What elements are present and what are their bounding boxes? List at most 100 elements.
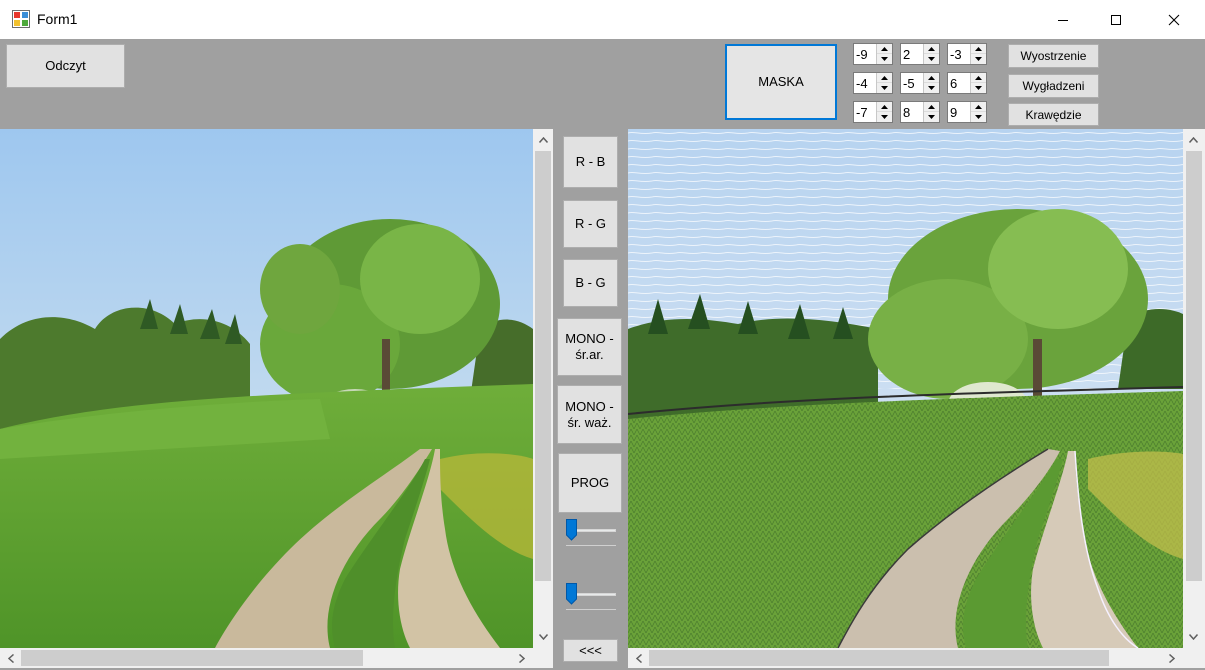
spin-down-arrow[interactable] bbox=[971, 54, 986, 64]
spin-up-arrow[interactable] bbox=[924, 102, 939, 112]
caret-up-icon bbox=[928, 104, 935, 109]
caret-up-icon bbox=[928, 46, 935, 51]
bg-swap-button[interactable]: B - G bbox=[563, 259, 618, 307]
scroll-up-button[interactable] bbox=[535, 131, 552, 148]
spin-down-arrow[interactable] bbox=[924, 54, 939, 64]
spin-up-arrow[interactable] bbox=[971, 73, 986, 83]
caret-up-icon bbox=[881, 46, 888, 51]
caret-up-icon bbox=[975, 75, 982, 80]
scrollbar-corner bbox=[533, 648, 553, 668]
spin-down-arrow[interactable] bbox=[877, 54, 892, 64]
caret-down-icon bbox=[975, 57, 982, 61]
mask-spinner-r2c3[interactable]: 6 bbox=[947, 72, 987, 94]
mask-button[interactable]: MASKA bbox=[725, 44, 837, 120]
spin-down-arrow[interactable] bbox=[924, 112, 939, 122]
rb-swap-button[interactable]: R - B bbox=[563, 136, 618, 188]
minimize-icon bbox=[1058, 19, 1068, 21]
close-icon bbox=[1168, 14, 1180, 25]
mono-weighted-mean-button[interactable]: MONO - śr. waż. bbox=[557, 385, 622, 444]
chevron-right-icon bbox=[518, 654, 525, 663]
spin-down-arrow[interactable] bbox=[971, 83, 986, 93]
caret-up-icon bbox=[881, 75, 888, 80]
mask-spinner-r1c1[interactable]: -9 bbox=[853, 43, 893, 65]
threshold-button[interactable]: PROG bbox=[558, 453, 622, 513]
scroll-down-button[interactable] bbox=[1185, 628, 1202, 645]
spin-up-arrow[interactable] bbox=[877, 44, 892, 54]
mask-spinner-r3c2[interactable]: 8 bbox=[900, 101, 940, 123]
processed-landscape-image bbox=[628, 129, 1183, 648]
close-button[interactable] bbox=[1151, 0, 1197, 39]
title-bar[interactable]: Form1 bbox=[0, 0, 1205, 39]
chevron-up-icon bbox=[539, 136, 548, 143]
spin-up-arrow[interactable] bbox=[924, 44, 939, 54]
caret-down-icon bbox=[881, 115, 888, 119]
threshold-slider-1[interactable] bbox=[560, 519, 620, 549]
window-title: Form1 bbox=[37, 11, 78, 27]
spin-down-arrow[interactable] bbox=[877, 112, 892, 122]
mask-spinner-r2c1[interactable]: -4 bbox=[853, 72, 893, 94]
maximize-icon bbox=[1111, 14, 1121, 25]
caret-up-icon bbox=[975, 46, 982, 51]
sharpen-button[interactable]: Wyostrzenie bbox=[1008, 44, 1099, 68]
caret-up-icon bbox=[881, 104, 888, 109]
spin-up-arrow[interactable] bbox=[877, 73, 892, 83]
caret-down-icon bbox=[928, 57, 935, 61]
scroll-down-button[interactable] bbox=[535, 628, 552, 645]
edges-button[interactable]: Krawędzie bbox=[1008, 103, 1099, 126]
spin-down-arrow[interactable] bbox=[877, 83, 892, 93]
chevron-left-icon bbox=[7, 654, 14, 663]
scroll-left-button[interactable] bbox=[630, 650, 647, 667]
chevron-up-icon bbox=[1189, 136, 1198, 143]
rg-swap-button[interactable]: R - G bbox=[563, 200, 618, 248]
chevron-left-icon bbox=[635, 654, 642, 663]
app-icon bbox=[12, 10, 30, 28]
caret-down-icon bbox=[975, 86, 982, 90]
caret-up-icon bbox=[975, 104, 982, 109]
chevron-right-icon bbox=[1168, 654, 1175, 663]
processed-image-vertical-scrollbar[interactable] bbox=[1183, 129, 1205, 648]
horizontal-scroll-thumb[interactable] bbox=[21, 650, 363, 666]
original-image-panel[interactable] bbox=[0, 129, 533, 648]
scrollbar-corner bbox=[1183, 648, 1205, 668]
chevron-down-icon bbox=[539, 633, 548, 640]
processed-image-horizontal-scrollbar[interactable] bbox=[628, 648, 1183, 668]
spin-up-arrow[interactable] bbox=[971, 44, 986, 54]
slider-thumb[interactable] bbox=[566, 583, 577, 605]
original-image-vertical-scrollbar[interactable] bbox=[533, 129, 553, 648]
caret-down-icon bbox=[975, 115, 982, 119]
spin-up-arrow[interactable] bbox=[877, 102, 892, 112]
caret-down-icon bbox=[928, 115, 935, 119]
mask-spinner-r3c1[interactable]: -7 bbox=[853, 101, 893, 123]
horizontal-scroll-thumb[interactable] bbox=[649, 650, 1109, 666]
slider-ticks bbox=[566, 545, 616, 549]
vertical-scroll-thumb[interactable] bbox=[535, 151, 551, 581]
copy-back-button[interactable]: <<< bbox=[563, 639, 618, 662]
caret-up-icon bbox=[928, 75, 935, 80]
mask-spinner-r2c2[interactable]: -5 bbox=[900, 72, 940, 94]
spin-down-arrow[interactable] bbox=[924, 83, 939, 93]
spin-up-arrow[interactable] bbox=[924, 73, 939, 83]
spin-down-arrow[interactable] bbox=[971, 112, 986, 122]
maximize-button[interactable] bbox=[1093, 0, 1139, 39]
scroll-right-button[interactable] bbox=[1163, 650, 1180, 667]
scroll-up-button[interactable] bbox=[1185, 131, 1202, 148]
original-image-horizontal-scrollbar[interactable] bbox=[0, 648, 533, 668]
scroll-left-button[interactable] bbox=[2, 650, 19, 667]
slider-thumb[interactable] bbox=[566, 519, 577, 541]
read-button[interactable]: Odczyt bbox=[6, 44, 125, 88]
minimize-button[interactable] bbox=[1040, 0, 1086, 39]
smooth-button[interactable]: Wygładzeni bbox=[1008, 74, 1099, 98]
scroll-right-button[interactable] bbox=[513, 650, 530, 667]
processed-image-panel[interactable] bbox=[628, 129, 1183, 648]
chevron-down-icon bbox=[1189, 633, 1198, 640]
threshold-slider-2[interactable] bbox=[560, 583, 620, 613]
spin-up-arrow[interactable] bbox=[971, 102, 986, 112]
mask-spinner-r1c3[interactable]: -3 bbox=[947, 43, 987, 65]
mono-arithmetic-mean-button[interactable]: MONO - śr.ar. bbox=[557, 318, 622, 376]
mask-spinner-r1c2[interactable]: 2 bbox=[900, 43, 940, 65]
caret-down-icon bbox=[881, 57, 888, 61]
form-client-area: Odczyt MASKA -9 2 -3 -4 -5 6 -7 8 9 Wyos… bbox=[0, 39, 1205, 670]
caret-down-icon bbox=[928, 86, 935, 90]
vertical-scroll-thumb[interactable] bbox=[1186, 151, 1202, 581]
mask-spinner-r3c3[interactable]: 9 bbox=[947, 101, 987, 123]
